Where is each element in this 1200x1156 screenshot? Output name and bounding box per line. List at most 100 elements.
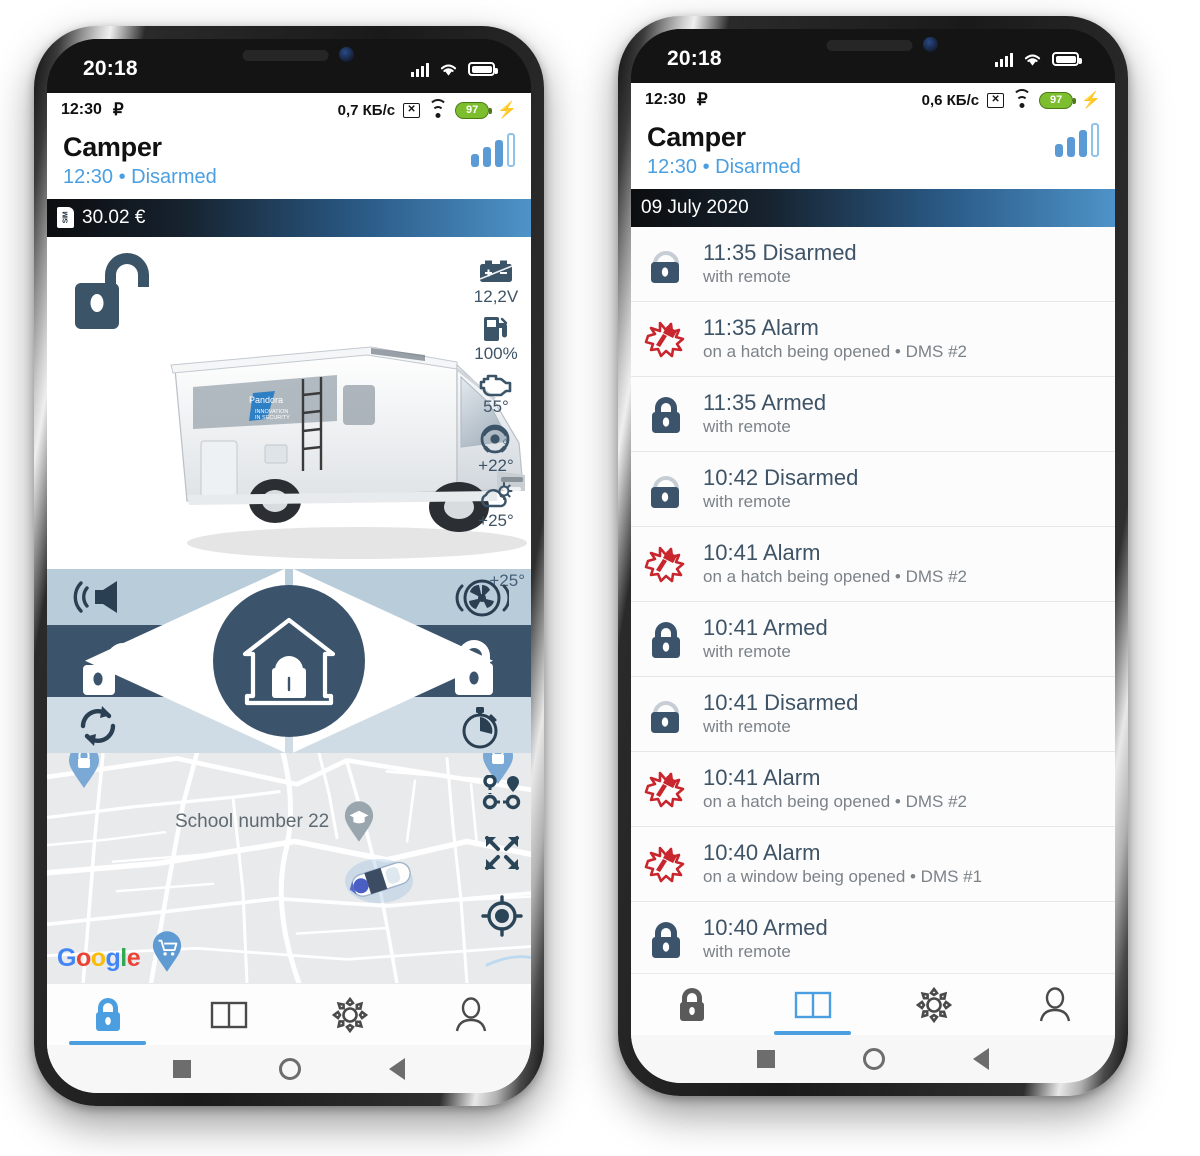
sensor-value: 55° [483, 396, 509, 416]
map-panel[interactable]: School number 22 Google [47, 752, 531, 983]
list-item[interactable]: 10:41 Disarmed with remote [631, 676, 1115, 752]
front-camera-icon [923, 37, 938, 52]
network-speed: 0,7 КБ/c [337, 101, 396, 119]
track-route-icon[interactable] [482, 774, 522, 811]
turbine-button[interactable] [449, 577, 509, 619]
arm-button[interactable] [447, 639, 501, 697]
unlocked-padlock-icon [643, 692, 689, 736]
tab-security[interactable] [47, 984, 168, 1045]
date-label: 09 July 2020 [641, 196, 749, 218]
no-sound-icon: ✕ [987, 92, 1005, 108]
tab-active-indicator [773, 1031, 852, 1035]
sensor-weather: +25° [478, 481, 514, 534]
tab-settings[interactable] [289, 984, 410, 1045]
phone-left: 20:18 12:30 ₽ 0,7 КБ/c ✕ 97 ⚡ Camper 12:… [34, 26, 544, 1106]
speaker-notch [826, 40, 913, 51]
sensor-fuel: 100% [474, 312, 518, 367]
list-item[interactable]: 11:35 Disarmed with remote [631, 226, 1115, 302]
event-title: 10:40 Alarm [703, 840, 821, 866]
unlock-icon [83, 642, 139, 695]
refresh-button[interactable] [75, 703, 121, 749]
event-detail: with remote [703, 492, 791, 512]
event-detail: on a hatch being opened • DMS #2 [703, 342, 967, 362]
gsm-signal-icon[interactable] [471, 133, 515, 167]
cabin-temp-icon: C [480, 424, 510, 454]
charging-bolt-icon: ⚡ [497, 102, 517, 119]
lock-icon [679, 987, 704, 1021]
battery-icon [468, 62, 498, 76]
event-title: 10:42 Disarmed [703, 465, 859, 491]
svg-text:Pandora: Pandora [249, 395, 283, 405]
sensor-value: 100% [474, 343, 518, 363]
status-subtitle: 12:30 • Disarmed [647, 155, 801, 178]
list-item[interactable]: 11:35 Armed with remote [631, 376, 1115, 452]
map-pin-shop[interactable] [151, 930, 183, 973]
ruble-icon: ₽ [112, 100, 124, 119]
battery-icon [479, 260, 513, 282]
tab-profile[interactable] [410, 984, 531, 1045]
ruble-icon: ₽ [696, 90, 708, 109]
disarm-button[interactable] [77, 639, 149, 697]
tab-settings[interactable] [873, 974, 994, 1035]
event-title: 10:41 Alarm [703, 765, 821, 791]
control-hub: +25° [47, 568, 531, 753]
gear-icon [915, 986, 952, 1023]
event-detail: with remote [703, 942, 791, 962]
event-title: 10:41 Alarm [703, 540, 821, 566]
list-item[interactable]: 10:42 Disarmed with remote [631, 451, 1115, 527]
timer-icon [462, 706, 498, 749]
wifi-icon [428, 98, 448, 118]
tab-active-indicator [68, 1041, 147, 1045]
app-screen-right: 12:30 ₽ 0,6 КБ/c ✕ 97 ⚡ Camper 12:30 • D… [631, 83, 1115, 1083]
garage-mode-button[interactable] [213, 584, 365, 737]
event-title: 10:41 Armed [703, 615, 828, 641]
vehicle-position-marker[interactable] [337, 848, 427, 910]
ios-status-bar: 20:18 [47, 39, 531, 93]
home-button[interactable] [279, 1058, 301, 1080]
book-icon [794, 991, 831, 1018]
app-header: Camper 12:30 • Disarmed [47, 127, 531, 199]
gsm-signal-icon[interactable] [1055, 123, 1099, 157]
map-pin-lock[interactable] [67, 752, 101, 789]
home-button[interactable] [863, 1048, 885, 1070]
list-item[interactable]: 10:40 Armed with remote [631, 901, 1115, 973]
back-button[interactable] [389, 1058, 405, 1080]
event-title: 10:40 Armed [703, 915, 828, 941]
recent-apps-button[interactable] [173, 1060, 191, 1078]
tab-profile[interactable] [994, 974, 1115, 1035]
map-pin-school[interactable] [343, 800, 375, 843]
list-item[interactable]: 10:41 Alarm on a hatch being opened • DM… [631, 526, 1115, 602]
list-item[interactable]: 10:40 Alarm on a window being opened • D… [631, 826, 1115, 902]
cellular-signal-icon [995, 52, 1013, 67]
tab-security[interactable] [631, 974, 752, 1035]
back-button[interactable] [973, 1048, 989, 1070]
app-header: Camper 12:30 • Disarmed [631, 117, 1115, 189]
android-clock: 12:30 [645, 91, 686, 108]
list-item[interactable]: 10:41 Armed with remote [631, 601, 1115, 677]
sim-balance-bar[interactable]: SIM 30.02 € [47, 198, 531, 237]
lock-icon [95, 997, 120, 1031]
event-title: 11:35 Armed [703, 390, 827, 416]
list-item[interactable]: 10:41 Alarm on a hatch being opened • DM… [631, 751, 1115, 827]
list-item[interactable]: 11:35 Alarm on a hatch being opened • DM… [631, 301, 1115, 377]
weather-icon [481, 481, 513, 507]
event-detail: on a window being opened • DMS #1 [703, 867, 983, 887]
screenshot-stage: 20:18 12:30 ₽ 0,7 КБ/c ✕ 97 ⚡ Camper 12:… [0, 0, 1200, 1156]
recent-apps-button[interactable] [757, 1050, 775, 1068]
phone-right: 20:18 12:30 ₽ 0,6 КБ/c ✕ 97 ⚡ Camper 12:… [618, 16, 1128, 1096]
garage-lock-icon [242, 617, 336, 705]
siren-icon [73, 580, 117, 613]
tab-journal[interactable] [752, 974, 873, 1035]
vehicle-panel: Pandora INNOVATION IN SECURITY 12,2V 100… [47, 236, 531, 569]
svg-text:C: C [503, 440, 508, 446]
front-camera-icon [339, 47, 354, 62]
timer-button[interactable] [457, 703, 503, 751]
event-list[interactable]: 11:35 Disarmed with remote 11:35 Alarm o… [631, 226, 1115, 973]
fullscreen-icon[interactable] [482, 833, 522, 873]
sensor-cabin: C +22° [478, 422, 514, 479]
locate-icon[interactable] [481, 894, 523, 937]
tab-journal[interactable] [168, 984, 289, 1045]
alarm-hammer-icon [643, 543, 689, 585]
unlocked-padlock-icon [643, 242, 689, 286]
siren-button[interactable] [73, 577, 129, 617]
